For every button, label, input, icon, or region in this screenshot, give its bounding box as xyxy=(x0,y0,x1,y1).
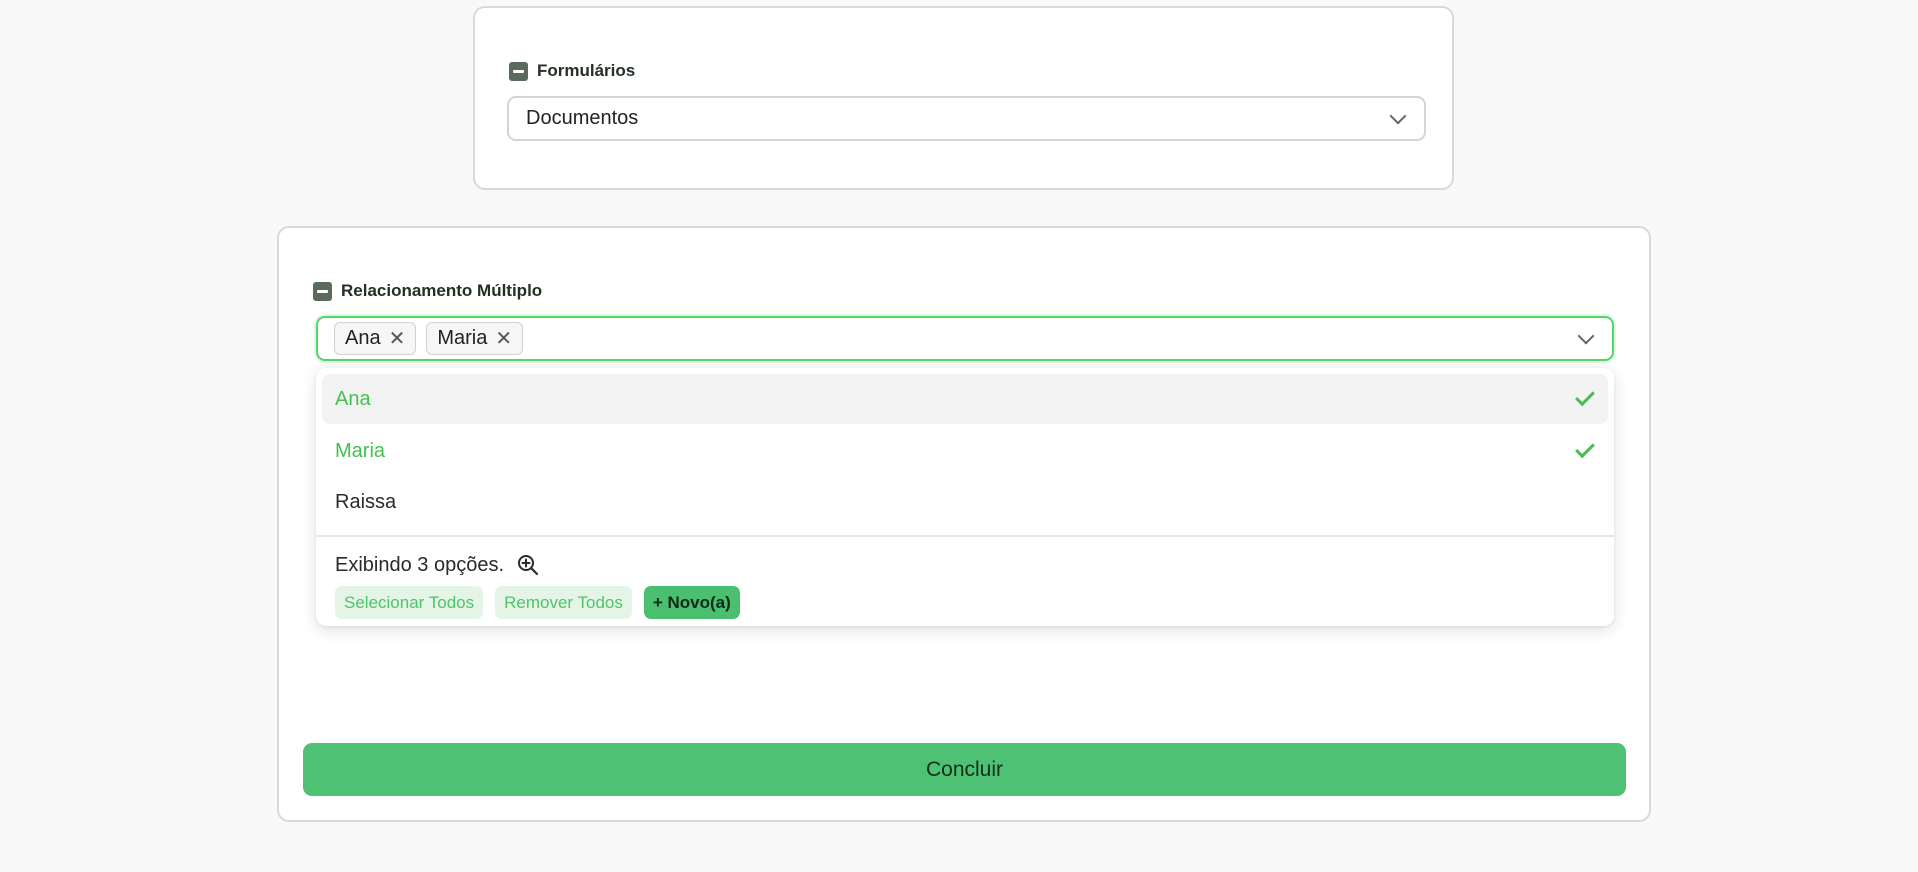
tag-label: Maria xyxy=(437,327,488,349)
remove-all-button[interactable]: Remover Todos xyxy=(495,586,632,619)
tag-label: Ana xyxy=(345,327,381,349)
option-label: Ana xyxy=(335,387,371,410)
relationship-label-text: Relacionamento Múltiplo xyxy=(341,281,543,300)
remove-tag-icon[interactable]: ✕ xyxy=(495,329,512,349)
check-icon xyxy=(1575,386,1595,407)
conclude-button[interactable]: Concluir xyxy=(303,743,1626,796)
option-raissa[interactable]: Raissa xyxy=(322,477,1608,527)
select-all-button[interactable]: Selecionar Todos xyxy=(335,586,484,619)
forms-label-text: Formulários xyxy=(537,61,636,80)
relationship-section-label: Relacionamento Múltiplo xyxy=(313,281,542,301)
remove-tag-icon[interactable]: ✕ xyxy=(389,329,406,349)
zoom-in-icon[interactable] xyxy=(516,553,540,577)
forms-select[interactable]: Documentos xyxy=(507,96,1426,141)
relationship-card: Relacionamento Múltiplo Ana ✕ Maria ✕ An… xyxy=(277,226,1651,822)
check-icon xyxy=(1575,438,1595,459)
forms-section-label: Formulários xyxy=(509,61,635,81)
dropdown-actions: Selecionar Todos Remover Todos + Novo(a) xyxy=(335,586,740,619)
selected-tag-ana: Ana ✕ xyxy=(334,322,417,355)
forms-card: Formulários Documentos xyxy=(473,6,1454,190)
option-label: Maria xyxy=(335,439,386,462)
relationship-multiselect[interactable]: Ana ✕ Maria ✕ xyxy=(316,316,1614,361)
option-maria[interactable]: Maria xyxy=(322,426,1608,476)
option-label: Raissa xyxy=(335,490,397,513)
options-count: Exibindo 3 opções. xyxy=(335,553,540,577)
selected-tag-maria: Maria ✕ xyxy=(426,322,524,355)
options-dropdown: Ana Maria Raissa Exibindo 3 opções. Sele… xyxy=(316,368,1614,626)
options-count-text: Exibindo 3 opções. xyxy=(335,553,505,576)
chevron-down-icon[interactable] xyxy=(1577,327,1595,344)
collapse-minus-icon[interactable] xyxy=(313,281,332,301)
forms-select-value: Documentos xyxy=(526,107,639,129)
chevron-down-icon[interactable] xyxy=(1389,107,1407,124)
option-ana[interactable]: Ana xyxy=(322,374,1608,424)
new-item-button[interactable]: + Novo(a) xyxy=(643,586,740,619)
collapse-minus-icon[interactable] xyxy=(509,61,528,81)
dropdown-divider xyxy=(316,535,1614,537)
